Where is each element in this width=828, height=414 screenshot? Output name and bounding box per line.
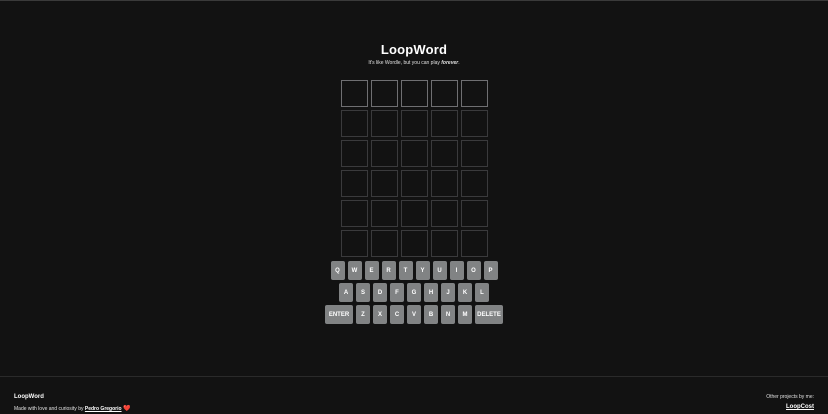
key-n[interactable]: N: [441, 305, 455, 324]
key-u[interactable]: U: [432, 261, 447, 280]
key-s[interactable]: S: [356, 283, 370, 302]
key-k[interactable]: K: [458, 283, 472, 302]
author-link[interactable]: Pedro Gregorio: [85, 406, 122, 412]
key-r[interactable]: R: [381, 261, 396, 280]
board-tile: [341, 230, 368, 257]
key-i[interactable]: I: [449, 261, 464, 280]
board-tile: [431, 110, 458, 137]
board-tile: [371, 110, 398, 137]
board-tile: [461, 80, 488, 107]
board-tile: [431, 230, 458, 257]
key-q[interactable]: Q: [330, 261, 345, 280]
footer-credit-text: Made with love and curiosity by: [14, 406, 85, 412]
heart-icon: ❤️: [122, 406, 131, 412]
key-v[interactable]: V: [407, 305, 421, 324]
board-tile: [371, 140, 398, 167]
key-o[interactable]: O: [466, 261, 481, 280]
subtitle-prefix: It's like Wordle, but you can play: [368, 60, 442, 66]
page-title: LoopWord: [380, 42, 448, 57]
key-b[interactable]: B: [424, 305, 438, 324]
key-w[interactable]: W: [347, 261, 362, 280]
board-tile: [401, 200, 428, 227]
page-subtitle: It's like Wordle, but you can play forev…: [0, 60, 828, 66]
key-y[interactable]: Y: [415, 261, 430, 280]
board-tile: [431, 170, 458, 197]
board-tile: [461, 230, 488, 257]
key-c[interactable]: C: [390, 305, 404, 324]
board-tile: [431, 80, 458, 107]
board-tile: [341, 200, 368, 227]
key-f[interactable]: F: [390, 283, 404, 302]
on-screen-keyboard: QWERTYUIOP ASDFGHJKL ENTER Z X C V B N M DELETE: [0, 261, 828, 327]
top-divider: [0, 0, 828, 1]
key-l[interactable]: L: [475, 283, 489, 302]
key-m[interactable]: M: [458, 305, 472, 324]
board-tile: [431, 140, 458, 167]
keyboard-row-1: QWERTYUIOP: [0, 261, 828, 280]
game-board: [341, 80, 488, 257]
enter-key[interactable]: ENTER: [325, 305, 353, 324]
board-tile: [341, 140, 368, 167]
subtitle-suffix: .: [458, 60, 460, 66]
footer-credit: Made with love and curiosity by Pedro Gr…: [14, 405, 130, 412]
key-d[interactable]: D: [373, 283, 387, 302]
key-e[interactable]: E: [364, 261, 379, 280]
board-tile: [461, 170, 488, 197]
board-tile: [461, 110, 488, 137]
board-tile: [401, 230, 428, 257]
board-tile: [431, 200, 458, 227]
board-tile: [401, 80, 428, 107]
footer: LoopWord Made with love and curiosity by…: [0, 376, 828, 414]
page: LoopWord It's like Wordle, but you can p…: [0, 0, 828, 414]
board-tile: [371, 230, 398, 257]
other-projects-label: Other projects by me:: [766, 394, 814, 400]
key-j[interactable]: J: [441, 283, 455, 302]
subtitle-emphasis: forever: [441, 60, 459, 66]
key-a[interactable]: A: [339, 283, 353, 302]
board-tile: [371, 80, 398, 107]
board-tile: [461, 140, 488, 167]
footer-brand: LoopWord: [14, 394, 44, 400]
key-g[interactable]: G: [407, 283, 421, 302]
key-p[interactable]: P: [483, 261, 498, 280]
board-tile: [341, 170, 368, 197]
board-tile: [401, 170, 428, 197]
key-t[interactable]: T: [398, 261, 413, 280]
key-h[interactable]: H: [424, 283, 438, 302]
board-tile: [401, 140, 428, 167]
board-tile: [341, 80, 368, 107]
delete-key[interactable]: DELETE: [475, 305, 503, 324]
board-tile: [371, 170, 398, 197]
key-x[interactable]: X: [373, 305, 387, 324]
board-tile: [401, 110, 428, 137]
board-tile: [461, 200, 488, 227]
loopcost-link[interactable]: LoopCost: [786, 404, 814, 410]
keyboard-row-2: ASDFGHJKL: [0, 283, 828, 302]
key-z[interactable]: Z: [356, 305, 370, 324]
board-tile: [371, 200, 398, 227]
board-tile: [341, 110, 368, 137]
keyboard-row-3: ENTER Z X C V B N M DELETE: [0, 305, 828, 324]
